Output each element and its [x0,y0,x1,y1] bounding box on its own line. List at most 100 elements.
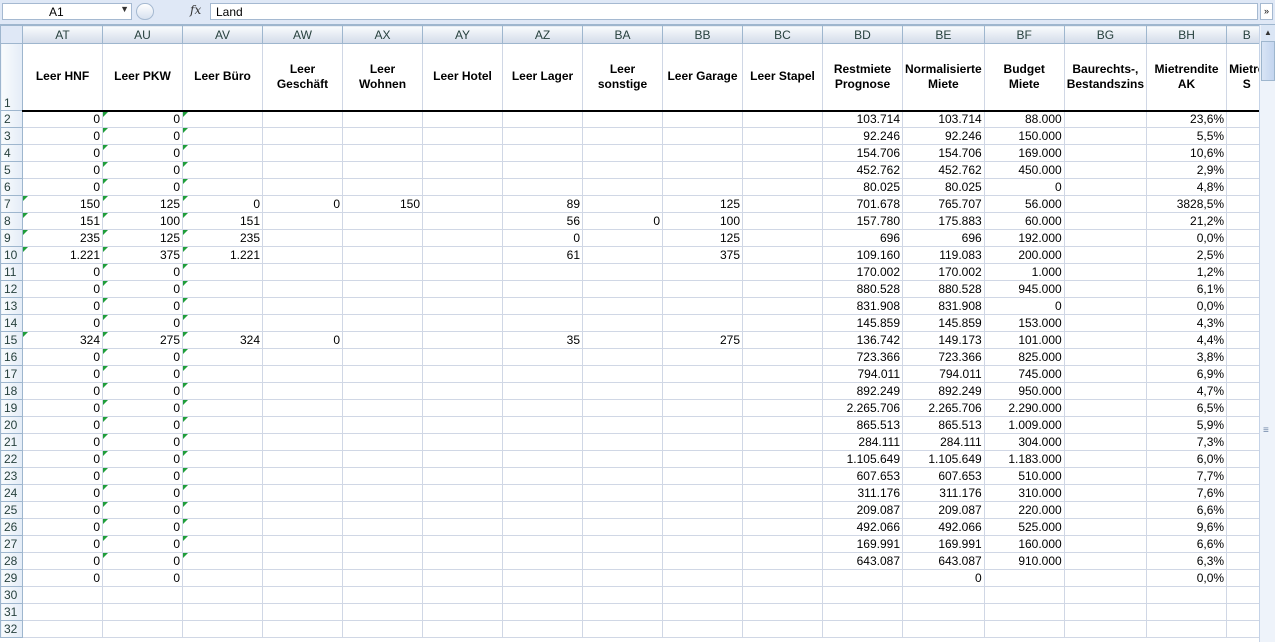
cell[interactable] [1063,501,1148,519]
cell[interactable]: 125 [102,229,183,247]
cell[interactable] [262,569,343,587]
header-cell[interactable]: Normalisierte Miete [902,43,985,112]
cell[interactable] [262,365,343,383]
header-cell[interactable]: Baurechts-, Bestandszins [1063,43,1148,112]
cell[interactable] [262,467,343,485]
cell[interactable]: 23,6% [1146,110,1228,128]
cell[interactable]: 1,2% [1146,263,1228,281]
cell[interactable]: 865.513 [902,416,985,434]
header-cell[interactable]: Leer Garage [662,43,743,112]
cell[interactable] [662,552,743,570]
cell[interactable]: 0 [262,331,343,349]
cell[interactable] [582,382,663,400]
row-header[interactable]: 24 [0,484,23,502]
cell[interactable]: 0 [22,280,103,298]
cell[interactable] [1146,586,1228,604]
cell[interactable]: 150.000 [983,127,1065,145]
cell[interactable] [342,433,423,451]
cell[interactable] [742,484,823,502]
cell[interactable]: 0 [102,416,183,434]
cell[interactable] [502,110,583,128]
cell[interactable]: 0 [102,382,183,400]
cell[interactable]: 275 [102,331,183,349]
cell[interactable] [422,195,503,213]
cell[interactable] [182,552,263,570]
cell[interactable] [342,297,423,315]
cell[interactable] [662,484,743,502]
cell[interactable] [502,382,583,400]
cell[interactable]: 831.908 [902,297,985,315]
cell[interactable] [182,314,263,332]
cell[interactable]: 0 [22,314,103,332]
row-header[interactable]: 28 [0,552,23,570]
cell[interactable]: 10,6% [1146,144,1228,162]
cell[interactable] [822,569,903,587]
cell[interactable]: 0 [102,178,183,196]
cell[interactable]: 0,0% [1146,569,1228,587]
cell[interactable]: 1.221 [182,246,263,264]
cell[interactable] [742,535,823,553]
row-header[interactable]: 10 [0,246,23,264]
cell[interactable]: 169.991 [822,535,903,553]
cell[interactable] [742,399,823,417]
cell[interactable]: 92.246 [822,127,903,145]
cell[interactable] [342,161,423,179]
cell[interactable] [262,484,343,502]
cell[interactable] [422,603,503,621]
cell[interactable] [1063,178,1148,196]
cell[interactable] [502,620,583,638]
cell[interactable] [582,246,663,264]
cell[interactable]: 0 [22,127,103,145]
cell[interactable] [742,518,823,536]
cell[interactable]: 6,0% [1146,450,1228,468]
cell[interactable]: 56.000 [983,195,1065,213]
cell[interactable]: 284.111 [902,433,985,451]
cell[interactable] [502,552,583,570]
row-header[interactable]: 22 [0,450,23,468]
cell[interactable]: 56 [502,212,583,230]
cell[interactable]: 7,3% [1146,433,1228,451]
cell[interactable] [342,586,423,604]
cell[interactable]: 510.000 [983,467,1065,485]
cell[interactable] [662,586,743,604]
cell[interactable]: 452.762 [822,161,903,179]
cell[interactable] [582,110,663,128]
cell[interactable] [582,280,663,298]
header-cell[interactable]: Mietrendite AK [1146,43,1228,112]
cell[interactable] [742,280,823,298]
cell[interactable]: 0 [22,433,103,451]
cell[interactable]: 88.000 [983,110,1065,128]
cell[interactable]: 701.678 [822,195,903,213]
cell[interactable]: 151 [182,212,263,230]
cell[interactable] [582,518,663,536]
row-header[interactable]: 8 [0,212,23,230]
cell[interactable] [342,484,423,502]
cell[interactable] [742,110,823,128]
cell[interactable] [742,178,823,196]
cell[interactable]: 0 [102,484,183,502]
cell[interactable]: 0 [22,110,103,128]
cell[interactable]: 169.000 [983,144,1065,162]
cell[interactable]: 492.066 [902,518,985,536]
cell[interactable] [502,450,583,468]
cell[interactable]: 375 [102,246,183,264]
cell[interactable] [502,263,583,281]
cell[interactable] [662,433,743,451]
cell[interactable] [182,433,263,451]
cell[interactable]: 0 [22,297,103,315]
row-header[interactable]: 26 [0,518,23,536]
cell[interactable]: 0 [102,569,183,587]
cell[interactable] [502,365,583,383]
cell[interactable]: 0 [22,450,103,468]
cell[interactable]: 1.183.000 [983,450,1065,468]
cell[interactable]: 154.706 [822,144,903,162]
cell[interactable]: 304.000 [983,433,1065,451]
cell[interactable] [742,144,823,162]
cell[interactable] [182,518,263,536]
cell[interactable]: 101.000 [983,331,1065,349]
vertical-scrollbar[interactable]: ▲ ≡ [1259,25,1275,642]
cell[interactable]: 61 [502,246,583,264]
scroll-up-icon[interactable]: ▲ [1261,25,1275,41]
cell[interactable] [502,399,583,417]
cell[interactable] [502,603,583,621]
